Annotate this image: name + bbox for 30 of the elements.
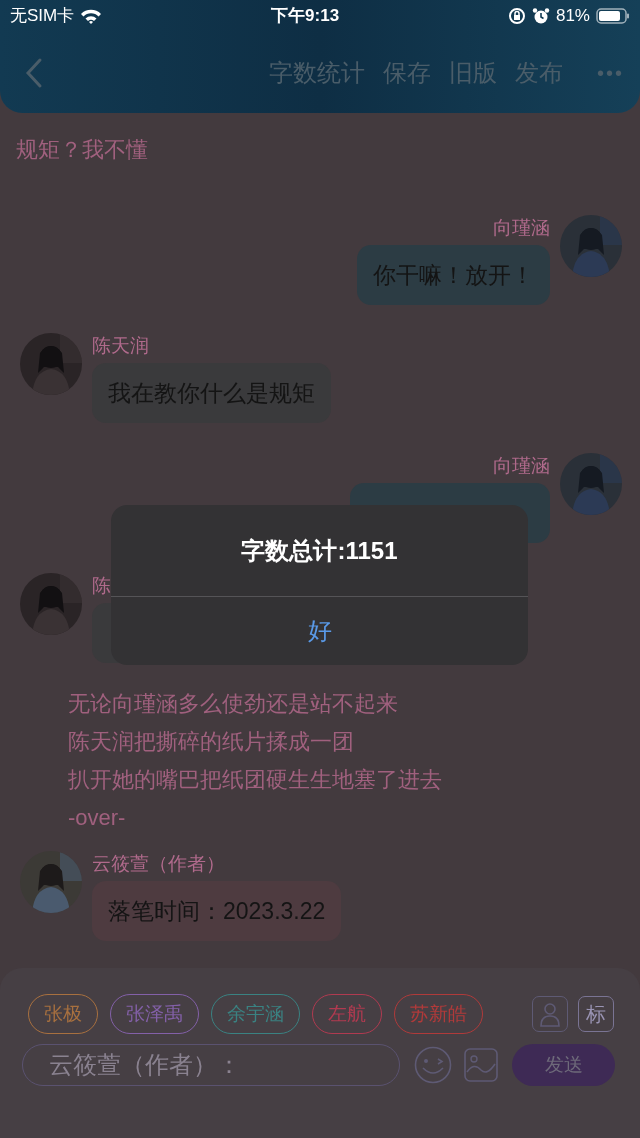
- narration-text: 规矩？我不懂: [15, 136, 149, 164]
- smiley-icon[interactable]: [414, 1046, 452, 1084]
- send-button[interactable]: 发送: [512, 1044, 615, 1086]
- more-button[interactable]: •••: [597, 57, 624, 88]
- nav-action[interactable]: 保存: [383, 54, 431, 91]
- sender-name: 陈天润: [92, 334, 149, 358]
- narration-text: 陈天润把撕碎的纸片揉成一团: [67, 728, 355, 756]
- nav-action[interactable]: 旧版: [449, 54, 497, 91]
- ok-button[interactable]: 好: [111, 597, 528, 665]
- narration-text: 无论向瑾涵多么使劲还是站不起来: [67, 690, 399, 718]
- image-icon[interactable]: [464, 1048, 498, 1082]
- message-input[interactable]: 云筱萱（作者）：: [22, 1044, 400, 1086]
- clock-time: 下午9:13: [271, 5, 340, 28]
- rotation-lock-icon: [507, 7, 526, 25]
- narration-text: -over-: [67, 804, 127, 832]
- sender-name: 陈: [92, 574, 111, 598]
- carrier-label: 无SIM卡: [10, 5, 75, 28]
- sender-name: 向瑾涵: [493, 454, 550, 478]
- mark-button[interactable]: 标: [578, 996, 614, 1032]
- battery-percent: 81%: [555, 5, 590, 28]
- nav-action[interactable]: 字数统计: [269, 54, 365, 91]
- narration-text: 扒开她的嘴巴把纸团硬生生地塞了进去: [67, 766, 443, 794]
- alarm-icon: [531, 7, 550, 25]
- person-icon[interactable]: [532, 996, 568, 1032]
- message-bubble: 落笔时间：2023.3.22: [92, 881, 342, 941]
- battery-icon: [596, 8, 630, 24]
- sender-name: 向瑾涵: [493, 216, 550, 240]
- sender-name: 云筱萱（作者）: [92, 852, 225, 876]
- wifi-icon: [80, 8, 103, 24]
- dialog-title: 字数总计:1151: [241, 535, 398, 566]
